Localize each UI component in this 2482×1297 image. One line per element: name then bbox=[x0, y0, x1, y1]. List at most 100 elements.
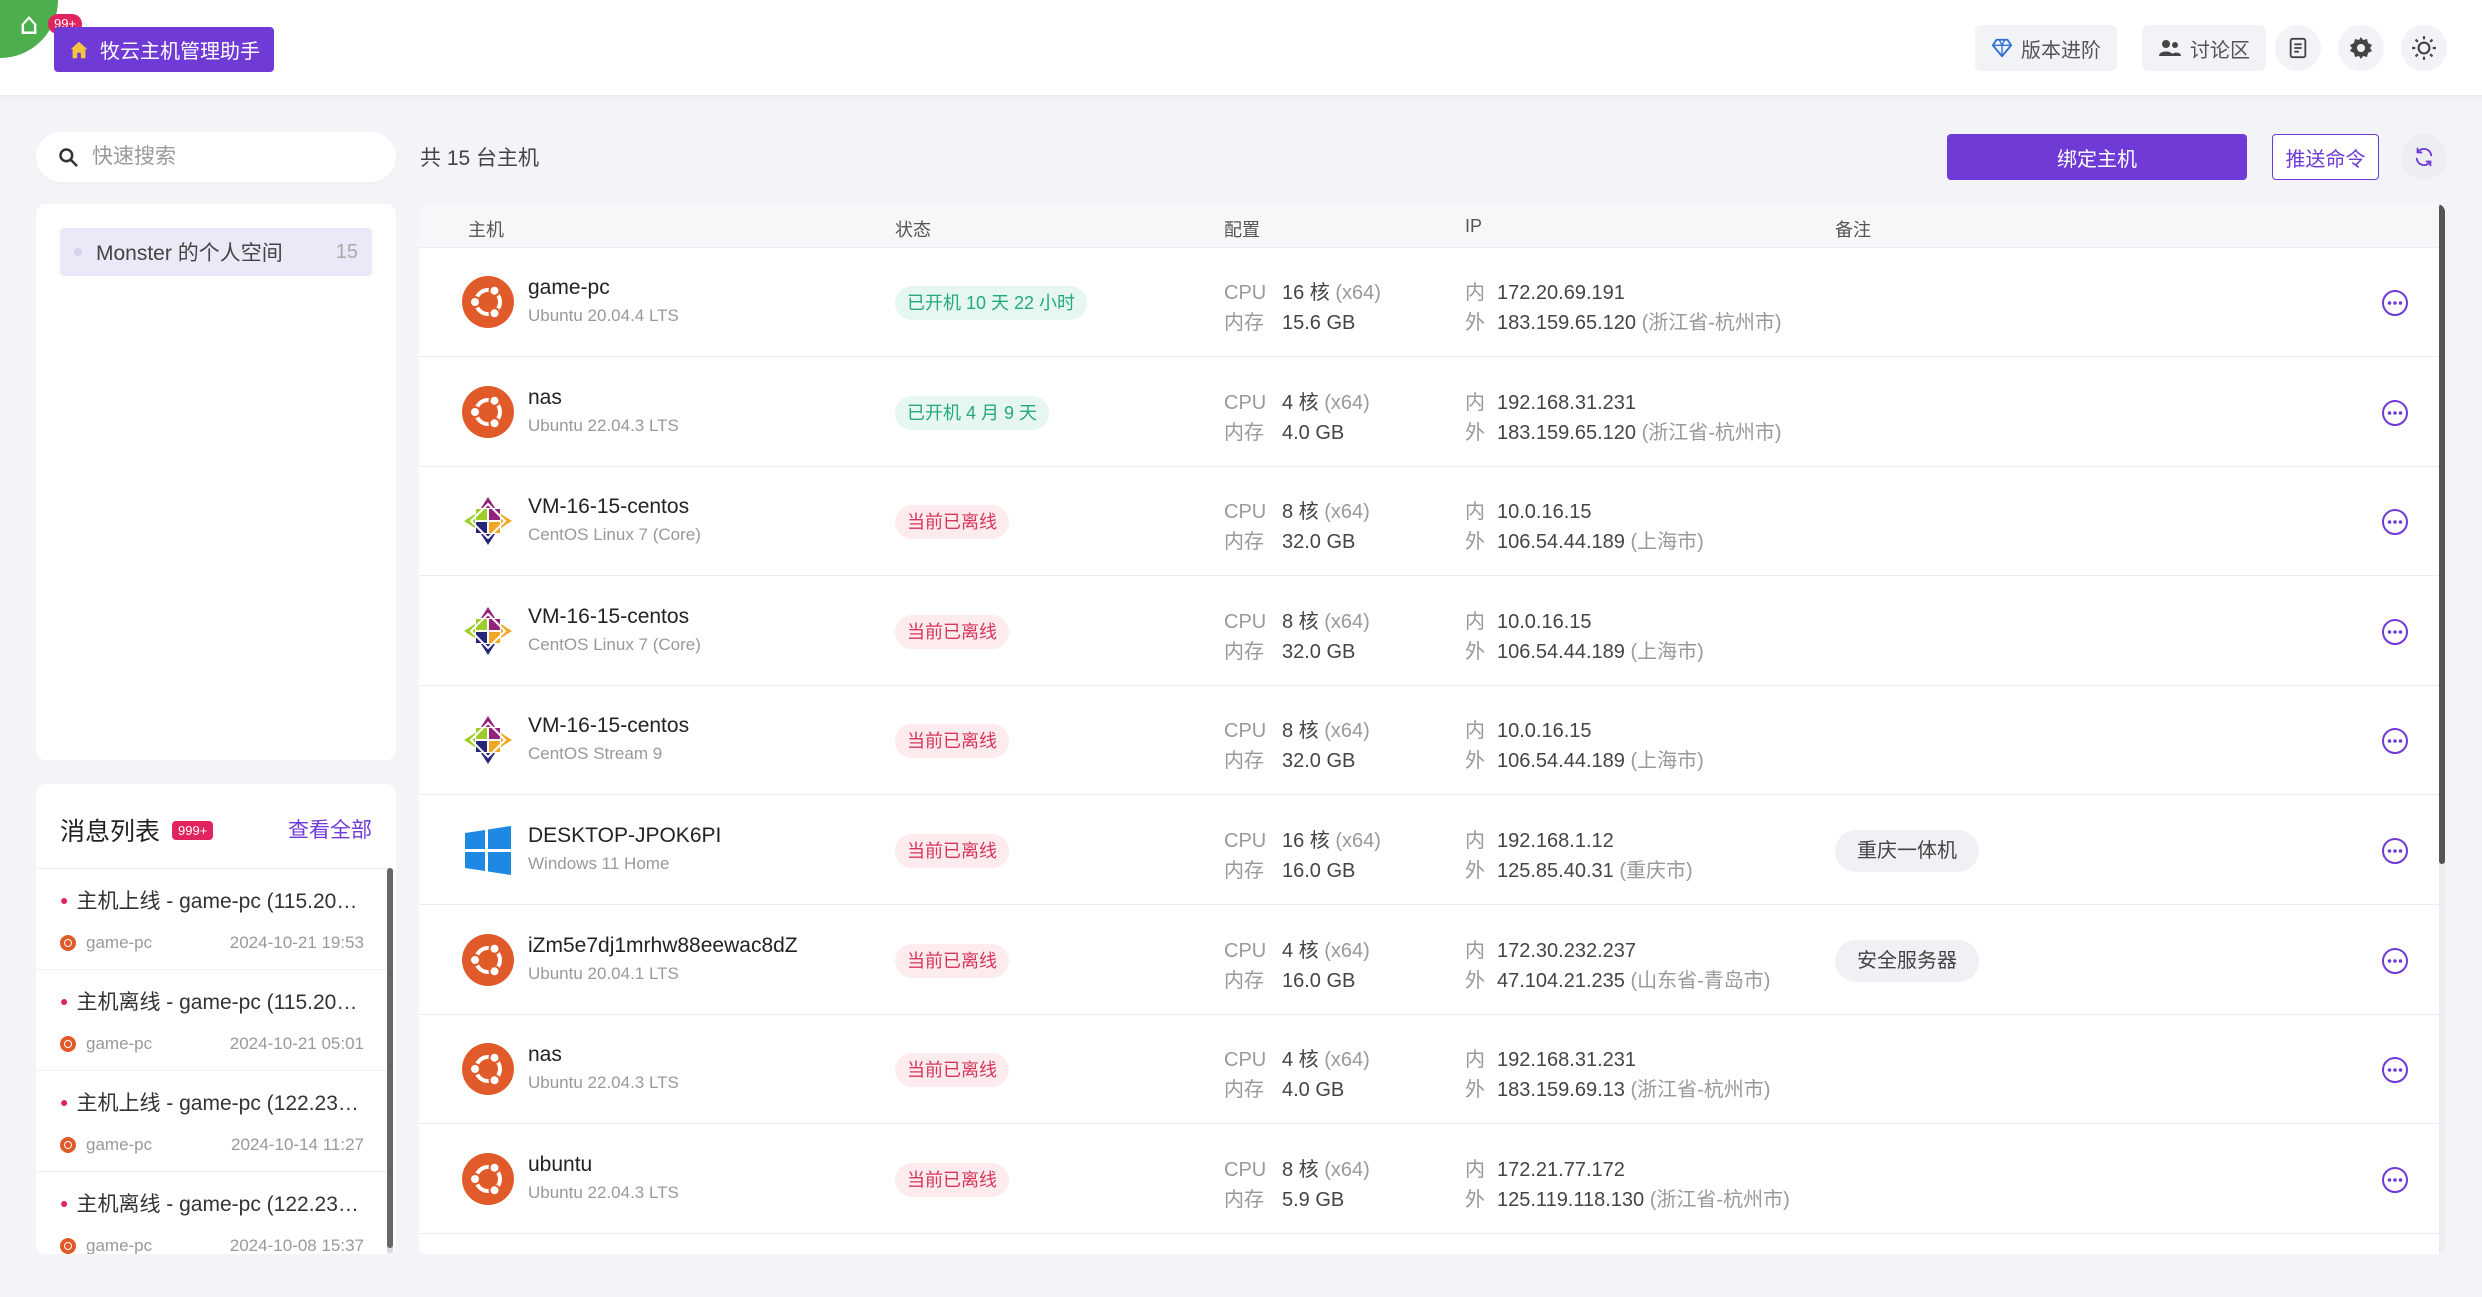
cpu-info: CPU 8 核 (x64) bbox=[1224, 714, 1370, 743]
ubuntu-icon bbox=[60, 1238, 76, 1254]
table-row[interactable]: nas Ubuntu 22.04.3 LTS 已开机 4 月 9 天 CPU 4 … bbox=[419, 358, 2439, 467]
ubuntu-icon bbox=[60, 1036, 76, 1052]
space-name: Monster 的个人空间 bbox=[96, 242, 283, 265]
cpu-arch: (x64) bbox=[1335, 830, 1381, 852]
gear-icon bbox=[2350, 37, 2372, 59]
ip-external-value: 183.159.65.120 bbox=[1497, 421, 1637, 444]
mem-size: 4.0 GB bbox=[1282, 421, 1345, 444]
host-table: 主机 状态 配置 IP 备注 game-pc Ubuntu 20.04.4 LT… bbox=[419, 204, 2445, 1254]
message-list: ● 主机上线 - game-pc (115.205... game-pc 2024-… bbox=[36, 868, 388, 1254]
ip-internal: 内 172.21.77.172 bbox=[1465, 1153, 1625, 1182]
inner-label: 内 bbox=[1465, 939, 1485, 962]
table-scrollbar[interactable] bbox=[2439, 204, 2445, 864]
space-item-personal[interactable]: Monster 的个人空间 15 bbox=[60, 228, 372, 276]
more-options-icon[interactable] bbox=[2381, 399, 2409, 427]
search-input[interactable] bbox=[92, 145, 372, 169]
settings-button[interactable] bbox=[2338, 25, 2384, 71]
table-row[interactable]: VM-16-15-centos CentOS Stream 9 当前已离线 CP… bbox=[419, 686, 2439, 796]
refresh-icon bbox=[2415, 147, 2433, 167]
host-name[interactable]: VM-16-15-centos bbox=[528, 605, 689, 629]
table-row[interactable]: VM-16-15-centos CentOS Linux 7 (Core) 当前… bbox=[419, 467, 2439, 577]
ip-external: 外 106.54.44.189 (上海市) bbox=[1465, 635, 1704, 664]
table-row[interactable]: ubuntu Ubuntu 22.04.3 LTS 当前已离线 CPU 8 核 (… bbox=[419, 1125, 2439, 1234]
list-item[interactable]: ● 主机离线 - game-pc (122.231... game-pc 2024-… bbox=[36, 1171, 388, 1254]
search-box[interactable] bbox=[36, 132, 396, 182]
view-all-link[interactable]: 查看全部 bbox=[288, 814, 372, 844]
status-badge: 当前已离线 bbox=[895, 724, 1009, 759]
more-options-icon[interactable] bbox=[2381, 947, 2409, 975]
message-scrollbar[interactable] bbox=[387, 868, 393, 1248]
cpu-arch: (x64) bbox=[1324, 391, 1370, 414]
unread-dot: ● bbox=[60, 1094, 69, 1110]
mem-size: 4.0 GB bbox=[1282, 1079, 1345, 1102]
table-row[interactable]: iZm5e7dj1mrhw88eewac8dZ Ubuntu 20.04.1 L… bbox=[419, 906, 2439, 1015]
host-name[interactable]: iZm5e7dj1mrhw88eewac8dZ bbox=[528, 934, 798, 958]
host-name[interactable]: VM-16-15-centos bbox=[528, 714, 689, 738]
table-row[interactable]: game-pc Ubuntu 20.04.4 LTS 已开机 10 天 22 小… bbox=[419, 248, 2439, 357]
upgrade-button[interactable]: 版本进阶 bbox=[1975, 25, 2117, 71]
mem-size: 15.6 GB bbox=[1282, 312, 1356, 334]
ubuntu-icon bbox=[461, 1042, 515, 1096]
col-host: 主机 bbox=[468, 220, 504, 240]
host-os: Ubuntu 20.04.4 LTS bbox=[528, 306, 679, 325]
outer-label: 外 bbox=[1465, 750, 1485, 773]
more-options-icon[interactable] bbox=[2381, 1056, 2409, 1084]
ip-external-value: 183.159.69.13 bbox=[1497, 1079, 1625, 1102]
ip-external: 外 106.54.44.189 (上海市) bbox=[1465, 525, 1704, 554]
mem-info: 内存 16.0 GB bbox=[1224, 854, 1355, 883]
status-badge: 已开机 4 月 9 天 bbox=[895, 395, 1050, 430]
inner-label: 内 bbox=[1465, 1049, 1485, 1072]
cpu-label: CPU bbox=[1224, 610, 1267, 633]
ip-location: (浙江省-杭州市) bbox=[1649, 1188, 1790, 1211]
more-options-icon[interactable] bbox=[2381, 289, 2409, 317]
host-name[interactable]: DESKTOP-JPOK6PI bbox=[528, 824, 721, 848]
table-row[interactable]: VM-16-15-centos CentOS Linux 7 (Core) 当前… bbox=[419, 577, 2439, 686]
push-command-button[interactable]: 推送命令 bbox=[2272, 134, 2379, 180]
more-options-icon[interactable] bbox=[2381, 618, 2409, 646]
windows-icon bbox=[461, 823, 515, 877]
mem-info: 内存 32.0 GB bbox=[1224, 635, 1355, 664]
cpu-info: CPU 8 核 (x64) bbox=[1224, 1153, 1370, 1182]
app-title-button[interactable]: 牧云主机管理助手 bbox=[54, 27, 274, 72]
outer-label: 外 bbox=[1465, 969, 1485, 992]
host-os: Ubuntu 22.04.3 LTS bbox=[528, 1073, 679, 1093]
message-title: 主机上线 - game-pc (122.231... bbox=[76, 1092, 360, 1115]
ip-internal-value: 192.168.31.231 bbox=[1497, 391, 1637, 414]
more-options-icon[interactable] bbox=[2381, 727, 2409, 755]
more-options-icon[interactable] bbox=[2381, 837, 2409, 865]
ip-internal: 内 172.30.232.237 bbox=[1465, 934, 1636, 963]
mem-size: 16.0 GB bbox=[1282, 969, 1356, 992]
cpu-cores: 4 核 bbox=[1282, 391, 1319, 414]
status-badge: 当前已离线 bbox=[895, 1053, 1009, 1088]
cpu-label: CPU bbox=[1224, 391, 1267, 414]
forum-button[interactable]: 讨论区 bbox=[2142, 25, 2266, 71]
host-os: CentOS Linux 7 (Core) bbox=[528, 634, 701, 654]
table-header: 主机 状态 配置 IP 备注 bbox=[419, 204, 2445, 248]
list-item[interactable]: ● 主机离线 - game-pc (115.205... game-pc 2024-… bbox=[36, 969, 388, 1070]
table-row[interactable]: DESKTOP-JPOK6PI Windows 11 Home 当前已离线 CP… bbox=[419, 796, 2439, 905]
col-config: 配置 bbox=[1224, 220, 1260, 240]
cpu-info: CPU 4 核 (x64) bbox=[1224, 386, 1370, 415]
more-options-icon[interactable] bbox=[2381, 1166, 2409, 1194]
docs-button[interactable] bbox=[2275, 25, 2321, 71]
list-item[interactable]: ● 主机上线 - game-pc (122.231... game-pc 2024-… bbox=[36, 1070, 388, 1171]
ubuntu-icon bbox=[60, 1137, 76, 1153]
list-item[interactable]: ● 主机上线 - game-pc (115.205... game-pc 2024-… bbox=[36, 868, 388, 969]
theme-toggle[interactable] bbox=[2401, 25, 2447, 71]
host-name[interactable]: VM-16-15-centos bbox=[528, 495, 689, 519]
mem-label: 内存 bbox=[1224, 1079, 1264, 1102]
more-options-icon[interactable] bbox=[2381, 508, 2409, 536]
space-count: 15 bbox=[335, 240, 358, 263]
host-name[interactable]: ubuntu bbox=[528, 1153, 592, 1177]
cpu-arch: (x64) bbox=[1324, 501, 1370, 524]
host-name[interactable]: nas bbox=[528, 386, 562, 410]
host-name[interactable]: game-pc bbox=[528, 276, 610, 300]
host-name[interactable]: nas bbox=[528, 1043, 562, 1067]
refresh-button[interactable] bbox=[2401, 134, 2447, 180]
table-row[interactable]: nas Ubuntu 22.04.3 LTS 当前已离线 CPU 4 核 (x64… bbox=[419, 1015, 2439, 1125]
note-tag[interactable]: 重庆一体机 bbox=[1835, 830, 1979, 872]
mem-info: 内存 32.0 GB bbox=[1224, 744, 1355, 773]
note-tag[interactable]: 安全服务器 bbox=[1835, 939, 1979, 982]
bind-host-button[interactable]: 绑定主机 bbox=[1947, 134, 2247, 180]
cpu-info: CPU 4 核 (x64) bbox=[1224, 1043, 1370, 1072]
